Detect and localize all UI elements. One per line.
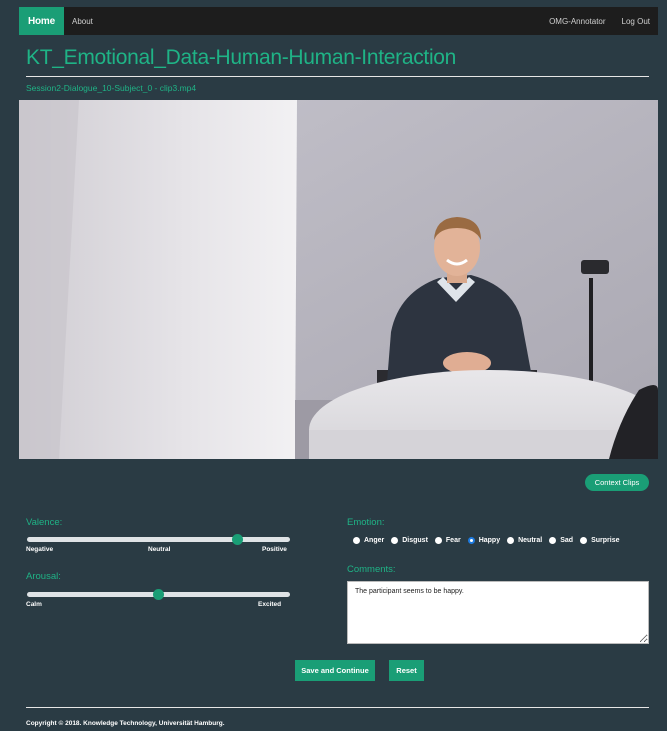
nav-right-group: OMG-Annotator Log Out <box>541 7 658 35</box>
valence-tick-positive: Positive <box>262 546 287 553</box>
emotion-radio-happy[interactable] <box>467 537 475 544</box>
emotion-radio-anger[interactable] <box>353 537 360 544</box>
page-title: KT_Emotional_Data-Human-Human-Interactio… <box>26 46 457 69</box>
emotion-option-label: Fear <box>445 537 461 544</box>
emotion-radio-group: Anger Disgust Fear Happy Neutral Sad Surprise <box>353 537 626 544</box>
reset-button[interactable]: Reset <box>389 660 424 681</box>
valence-tick-negative: Negative <box>26 546 54 553</box>
arousal-tick-excited: Excited <box>258 601 282 608</box>
emotion-option-label: Disgust <box>402 537 428 544</box>
save-continue-button[interactable]: Save and Continue <box>295 660 375 681</box>
clip-subtitle: Session2-Dialogue_10-Subject_0 - clip3.m… <box>26 83 197 93</box>
valence-slider[interactable] <box>27 534 290 545</box>
footer-divider <box>26 707 649 708</box>
arousal-label: Arousal: <box>26 571 61 582</box>
valence-label: Valence: <box>26 517 63 528</box>
emotion-option-label: Neutral <box>518 537 543 544</box>
emotion-radio-sad[interactable] <box>549 537 557 544</box>
arousal-slider-thumb[interactable] <box>153 589 164 600</box>
comments-label: Comments: <box>347 564 396 575</box>
navbar: Home About OMG-Annotator Log Out <box>19 7 658 35</box>
emotion-option-surprise[interactable]: Surprise <box>580 537 619 544</box>
valence-tick-neutral: Neutral <box>148 546 171 553</box>
emotion-option-anger[interactable]: Anger <box>353 537 384 544</box>
footer-copyright: Copyright © 2018. Knowledge Technology, … <box>26 720 225 727</box>
emotion-radio-surprise[interactable] <box>580 537 588 544</box>
video-player[interactable] <box>19 100 658 459</box>
emotion-label: Emotion: <box>347 517 385 528</box>
comments-textarea[interactable]: The participant seems to be happy. <box>347 581 649 644</box>
emotion-option-fear[interactable]: Fear <box>434 537 461 544</box>
emotion-option-label: Surprise <box>591 537 620 544</box>
emotion-option-disgust[interactable]: Disgust <box>391 537 428 544</box>
emotion-option-label: Anger <box>364 537 385 544</box>
emotion-option-sad[interactable]: Sad <box>549 537 573 544</box>
nav-annotator-link[interactable]: OMG-Annotator <box>541 7 613 35</box>
valence-slider-thumb[interactable] <box>231 534 243 545</box>
emotion-option-label: Sad <box>560 537 574 544</box>
context-clips-button[interactable]: Context Clips <box>585 474 649 491</box>
emotion-option-label: Happy <box>478 537 501 544</box>
nav-about-link[interactable]: About <box>64 7 101 35</box>
emotion-option-happy[interactable]: Happy <box>467 537 501 544</box>
nav-home-link[interactable]: Home <box>19 7 64 35</box>
emotion-radio-neutral[interactable] <box>507 537 515 544</box>
arousal-slider[interactable] <box>27 589 290 600</box>
emotion-option-neutral[interactable]: Neutral <box>507 537 542 544</box>
nav-logout-link[interactable]: Log Out <box>614 7 658 35</box>
emotion-radio-fear[interactable] <box>434 537 442 544</box>
emotion-radio-disgust[interactable] <box>391 537 399 544</box>
title-divider <box>26 76 649 77</box>
video-frame-image <box>19 100 658 459</box>
arousal-tick-calm: Calm <box>26 601 42 608</box>
